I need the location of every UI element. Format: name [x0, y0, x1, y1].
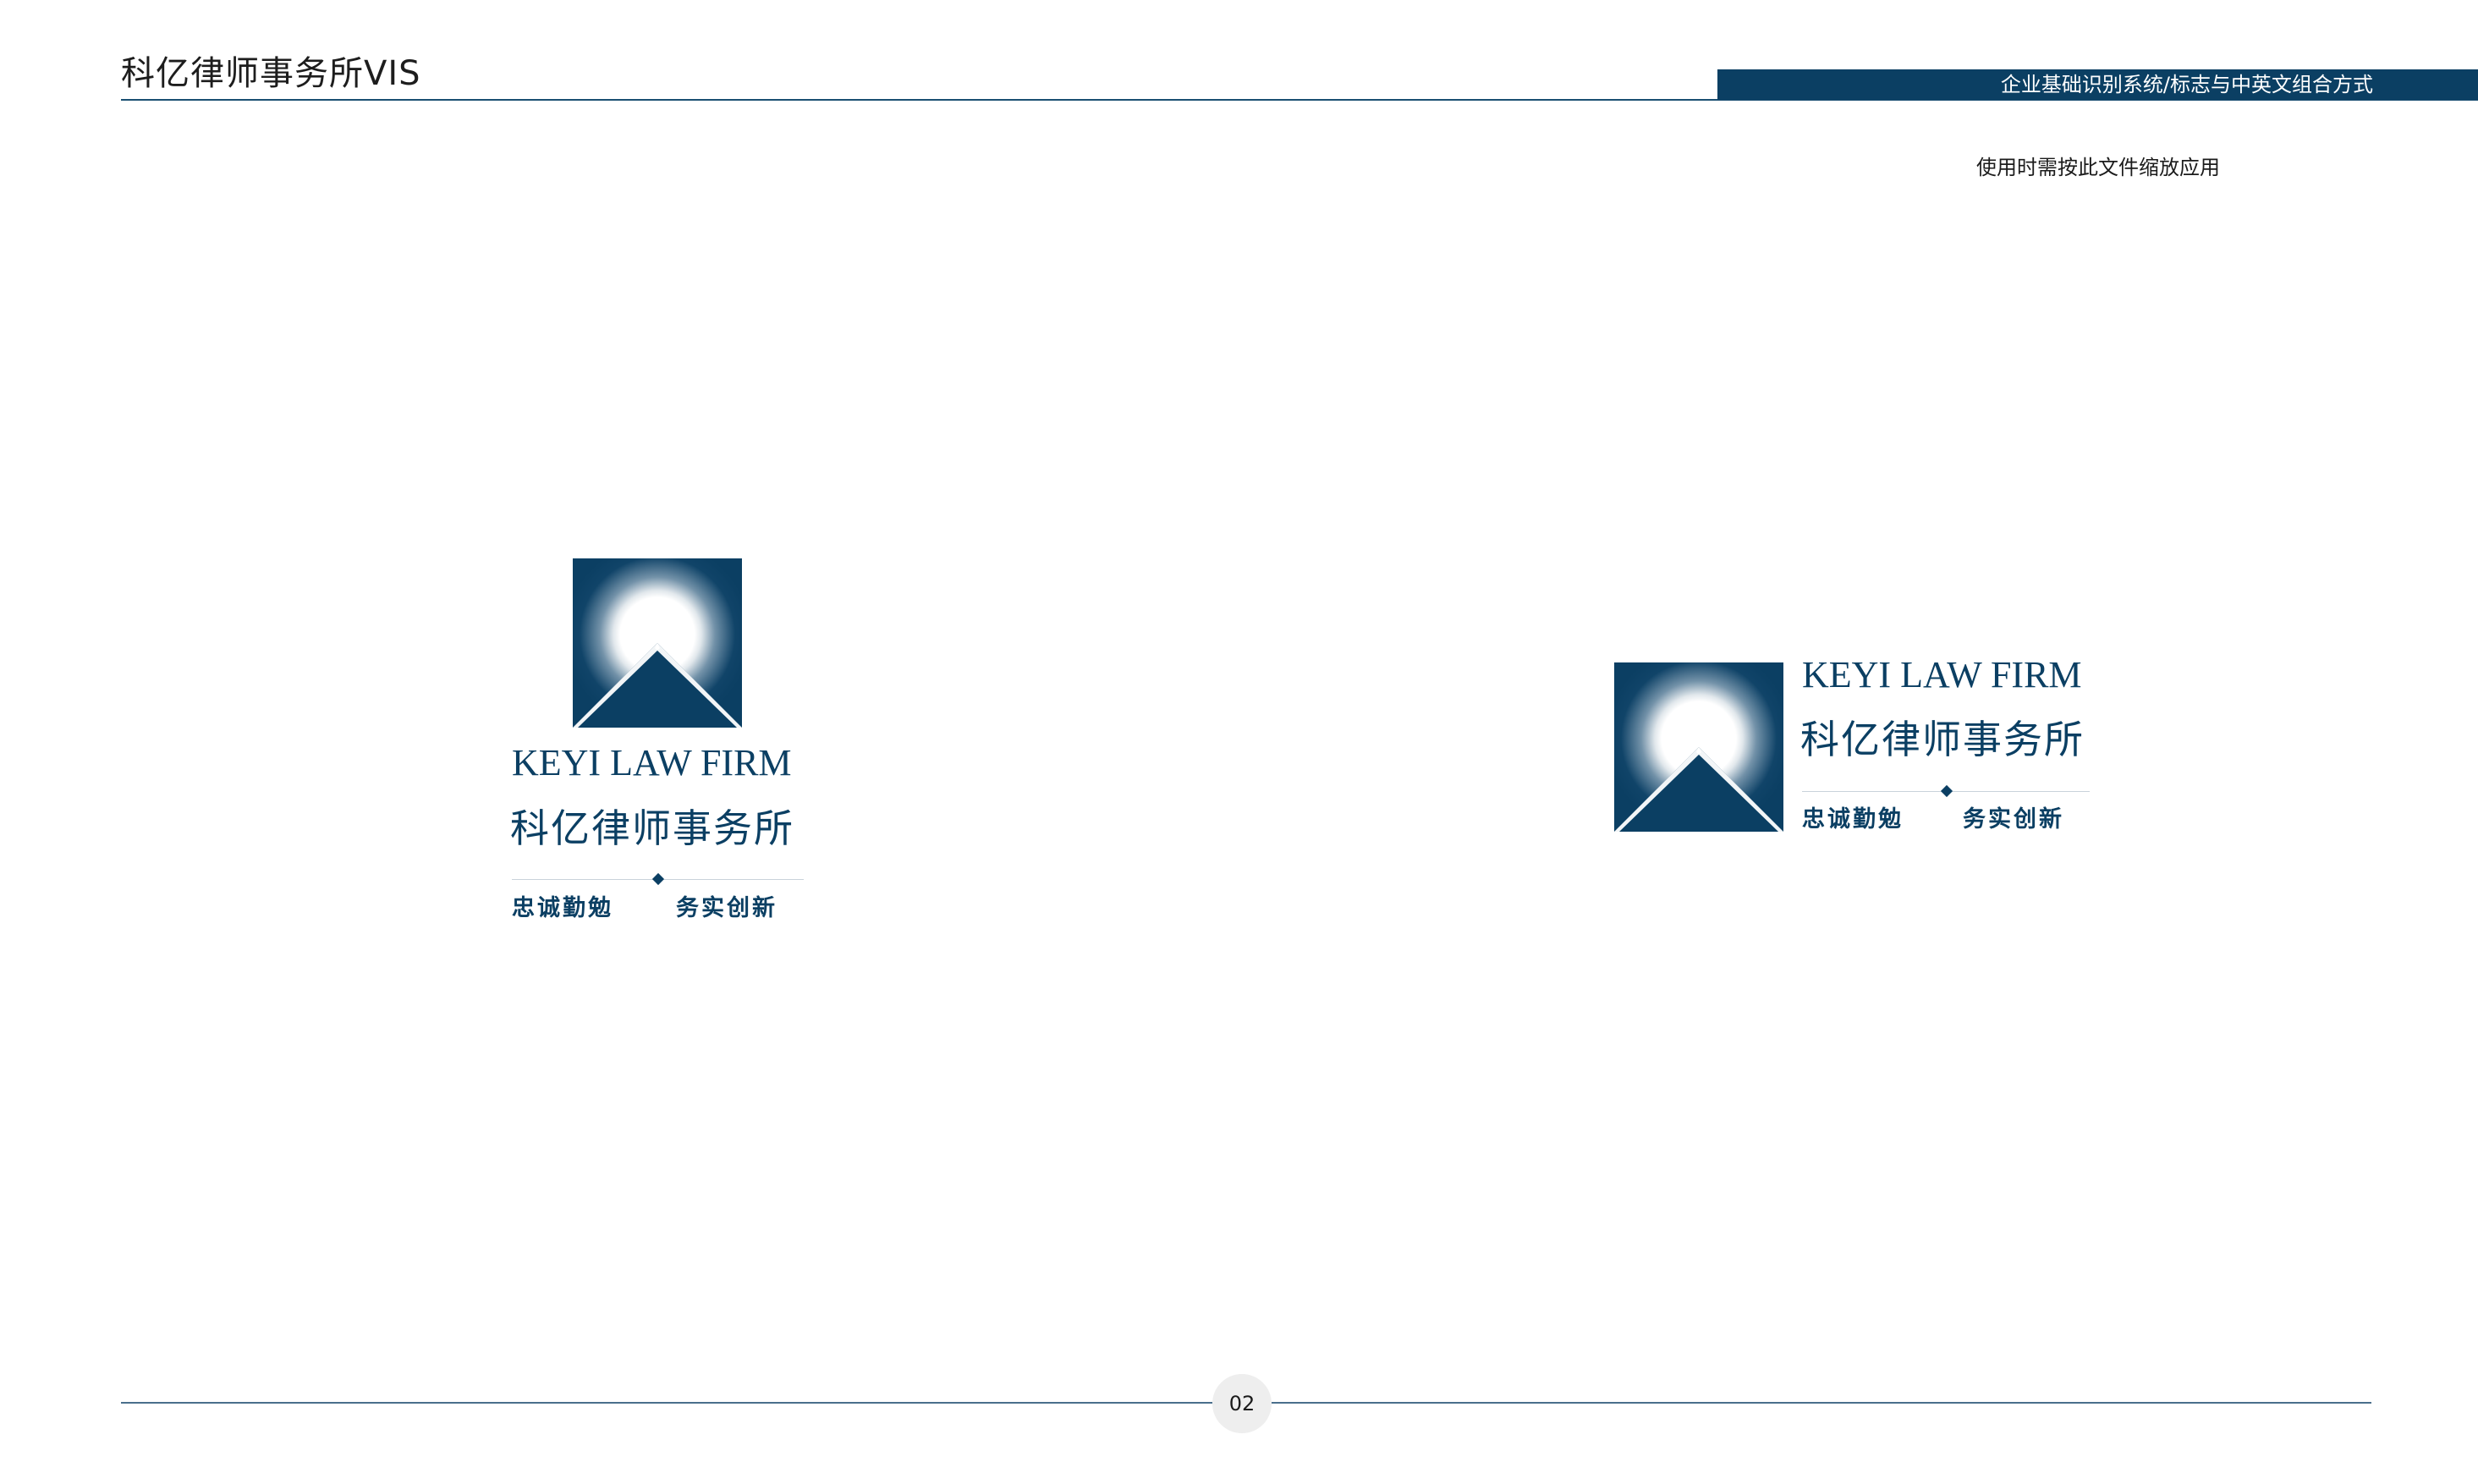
- slogan-left: 忠诚勤勉: [1802, 806, 1904, 833]
- slogan-right: 务实创新: [1963, 806, 2064, 833]
- english-name: KEYI LAW FIRM: [512, 742, 792, 783]
- footer-divider-left: [121, 1402, 1212, 1404]
- english-name: KEYI LAW FIRM: [1802, 654, 2082, 695]
- section-label: 企业基础识别系统/标志与中英文组合方式: [2000, 73, 2373, 96]
- mountain-sunrise-icon: [1614, 662, 1783, 832]
- chinese-name: 科亿律师事务所: [510, 805, 794, 851]
- slogan-right: 务实创新: [676, 895, 777, 921]
- page-number: 02: [1212, 1374, 1272, 1433]
- mountain-sunrise-icon: [573, 558, 742, 728]
- diamond-icon: [1940, 784, 1953, 798]
- slogan-left: 忠诚勤勉: [512, 895, 613, 921]
- section-banner: 企业基础识别系统/标志与中英文组合方式: [1717, 69, 2478, 100]
- usage-note: 使用时需按此文件缩放应用: [1976, 156, 2220, 179]
- diamond-icon: [651, 872, 665, 886]
- chinese-name: 科亿律师事务所: [1800, 717, 2085, 762]
- footer-divider-right: [1272, 1402, 2371, 1404]
- document-title: 科亿律师事务所VIS: [121, 54, 421, 93]
